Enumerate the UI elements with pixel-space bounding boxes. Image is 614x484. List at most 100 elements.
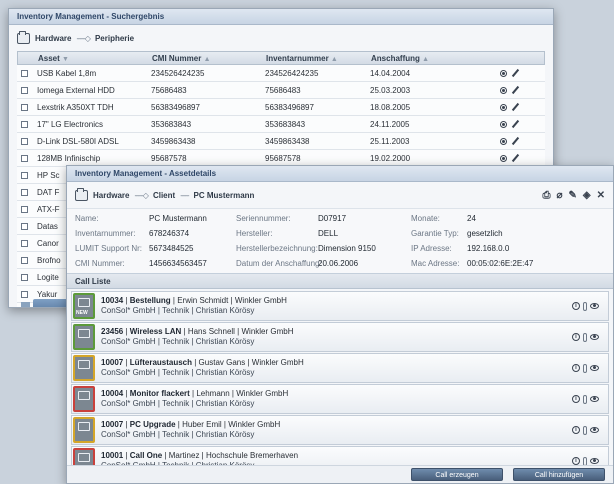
detail-row: Name: PC Mustermann Seriennummer: D07917 Mon… [75,211,605,226]
call-item[interactable]: NEW 10034 | Bestellung | Erwin Schmidt | … [71,291,609,321]
row-checkbox[interactable] [20,188,28,196]
call-item[interactable]: 23456 | Wireless LAN | Hans Schnell | Wi… [71,322,609,352]
detail-row: CMI Nummer: 1456634563457 Datum der Anscha… [75,256,605,271]
view-icon[interactable] [590,396,599,402]
view-icon[interactable] [500,103,507,111]
close-icon[interactable]: ✕ [597,190,605,201]
move-icon[interactable]: ◈ [583,190,591,201]
call-item[interactable]: 10007 | Lüfteraustausch | Gustav Gans | … [71,353,609,383]
breadcrumb-hardware[interactable]: Hardware [93,191,129,200]
edit-icon[interactable] [511,153,520,163]
view-icon[interactable] [590,458,599,464]
breadcrumb-peripherie[interactable]: Peripherie [95,34,134,43]
cell-cmi: 56383496897 [151,103,200,112]
create-call-button[interactable]: Call erzeugen [411,468,503,481]
edit-icon[interactable] [511,136,520,146]
cell-asset: 128MB Infinischip [37,154,101,163]
table-row[interactable]: Iomega External HDD 75686483 75686483 25.03… [17,82,545,99]
breadcrumb-pc[interactable]: PC Mustermann [194,191,255,200]
call-text: 10034 | Bestellung | Erwin Schmidt | Win… [101,296,572,316]
edit-icon[interactable] [511,119,520,129]
call-item[interactable]: 10004 | Monitor flackert | Lehmann | Win… [71,384,609,414]
info-icon[interactable]: i [572,364,580,372]
call-person: Martinez [168,451,200,460]
call-person: Erwin Schmidt [177,296,229,305]
detail-value: D07917 [318,214,347,223]
cell-anschaffung: 19.02.2000 [370,154,411,163]
info-icon[interactable]: i [572,302,580,310]
row-checkbox[interactable] [20,205,28,213]
table-row[interactable]: 17" LG Electronics 353683843 353683843 24.1… [17,116,545,133]
detail-label: Garantie Typ: [411,229,459,238]
info-icon[interactable]: i [572,457,580,465]
detail-label: Inventarnummer: [75,229,136,238]
edit-icon[interactable] [511,85,520,95]
info-icon[interactable]: i [572,333,580,341]
table-row[interactable]: Lexstrik A350XT TDH 56383496897 5638349689… [17,99,545,116]
row-checkbox[interactable] [20,171,28,179]
cell-inventarnummer: 56383496897 [265,103,314,112]
row-checkbox[interactable] [20,120,28,128]
view-icon[interactable] [590,365,599,371]
call-list-title: Call Liste [67,274,613,289]
column-cmi[interactable]: CMI Nummer ▲ [152,52,266,64]
print-icon[interactable]: ⎙ [542,190,550,201]
window-title: Inventory Management - Suchergebnis [9,9,553,25]
call-line-1: 23456 | Wireless LAN | Hans Schnell | Wi… [101,327,572,337]
call-item[interactable]: 10007 | PC Upgrade | Huber Emil | Winkle… [71,415,609,445]
view-icon[interactable] [590,303,599,309]
row-checkbox[interactable] [20,103,28,111]
sort-asc-icon: ▲ [422,56,430,63]
row-checkbox[interactable] [20,137,28,145]
detail-label: IP Adresse: [411,244,452,253]
column-anschaffung[interactable]: Anschaffung ▲ [371,52,501,64]
breadcrumb-separator: -----◇ [134,190,149,200]
call-company: Winkler GmbH [234,296,287,305]
row-checkbox[interactable] [20,239,28,247]
column-inventarnummer[interactable]: Inventarnummer ▲ [266,52,371,64]
breadcrumb-hardware[interactable]: Hardware [35,34,71,43]
view-icon[interactable] [500,120,507,128]
row-actions [500,133,540,149]
edit-icon[interactable] [511,102,520,112]
sort-asc-icon: ▲ [330,56,338,63]
attachment-icon[interactable] [583,363,587,373]
view-icon[interactable] [500,137,507,145]
call-status-icon [73,324,95,350]
row-checkbox[interactable] [21,308,28,309]
ticket-icon [78,422,90,431]
row-checkbox[interactable] [20,69,28,77]
breadcrumb-client[interactable]: Client [153,191,175,200]
detail-value: 20.06.2006 [318,259,359,268]
view-icon[interactable] [500,154,507,162]
attachment-icon[interactable] [583,301,587,311]
attachment-icon[interactable] [583,332,587,342]
attachment-icon[interactable] [583,425,587,435]
attach-icon[interactable]: ⌀ [556,190,562,201]
cell-cmi: 75686483 [151,86,187,95]
cell-asset: 17" LG Electronics [37,120,103,129]
edit-icon[interactable]: ✎ [569,190,577,201]
attachment-icon[interactable] [583,394,587,404]
edit-icon[interactable] [511,68,520,78]
info-icon[interactable]: i [572,395,580,403]
add-call-button[interactable]: Call hinzufügen [513,468,605,481]
column-asset[interactable]: Asset ▼ [32,52,152,64]
table-row[interactable]: USB Kabel 1,8m 234526424235 234526424235 14… [17,65,545,82]
call-actions: i [572,425,608,435]
view-icon[interactable] [500,86,507,94]
row-checkbox[interactable] [20,256,28,264]
view-icon[interactable] [500,69,507,77]
view-icon[interactable] [590,334,599,340]
info-icon[interactable]: i [572,426,580,434]
row-checkbox[interactable] [20,273,28,281]
row-checkbox[interactable] [20,154,28,162]
row-checkbox[interactable] [20,222,28,230]
view-icon[interactable] [590,427,599,433]
row-checkbox[interactable] [20,290,28,298]
row-checkbox[interactable] [20,86,28,94]
table-row[interactable]: D-Link DSL-580I ADSL 3459863438 3459863438… [17,133,545,150]
detail-label: Datum der Anschaffung: [236,259,322,268]
ticket-icon [78,329,90,338]
detail-label: CMI Nummer: [75,259,125,268]
